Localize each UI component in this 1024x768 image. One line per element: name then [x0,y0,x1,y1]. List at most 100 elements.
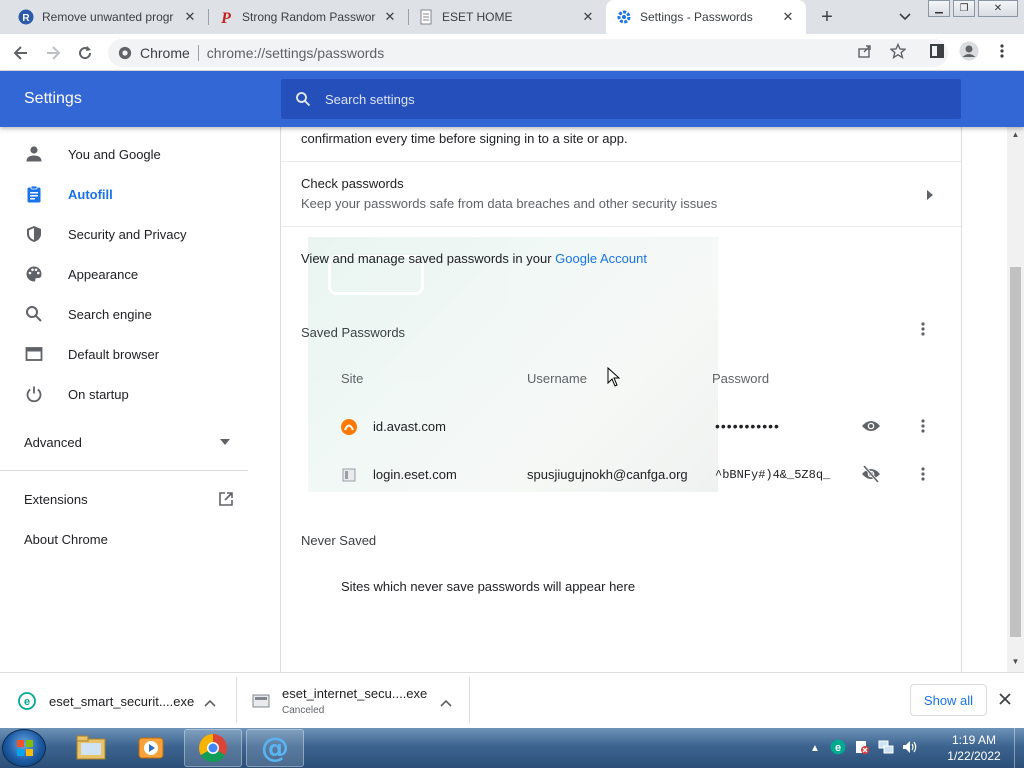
close-icon[interactable]: ✕ [382,9,398,25]
share-button[interactable] [852,38,878,64]
profile-button[interactable] [956,38,982,64]
sidebar-divider [0,470,248,471]
password-username: spusjiugujnokh@canfga.org [527,467,688,482]
tab-eset-home[interactable]: ESET HOME ✕ [408,0,606,34]
never-saved-empty-text: Sites which never save passwords will ap… [341,579,636,594]
chrome-icon [199,734,227,762]
check-passwords-title[interactable]: Check passwords [301,176,404,191]
more-vert-icon [1000,44,1004,58]
side-panel-icon [930,44,944,58]
sidebar: You and Google Autofill Security and Pri… [0,127,280,672]
svg-text:e: e [24,696,30,708]
show-hidden-icons[interactable]: ▲ [810,743,820,754]
row-divider [281,161,961,162]
arrow-left-icon [13,46,27,60]
more-vert-icon [921,322,925,336]
taskbar-clock[interactable]: 1:19 AM 1/22/2022 [944,732,1004,764]
download-divider [236,677,237,723]
chevron-up-icon[interactable] [440,695,452,710]
close-downloads-button[interactable] [999,693,1011,708]
eset-watermark-image [308,237,718,492]
password-site[interactable]: id.avast.com [373,419,446,434]
restore-button[interactable]: ❐ [953,0,975,17]
network-icon[interactable] [878,739,894,758]
system-tray: ▲ e [810,728,918,768]
search-input[interactable] [325,91,925,107]
sidebar-item-autofill[interactable]: Autofill [0,174,260,214]
eset-file-icon: e [18,692,36,710]
password-site[interactable]: login.eset.com [373,467,457,482]
close-icon[interactable]: ✕ [182,9,198,25]
eye-off-icon [862,465,880,483]
password-row-menu-button[interactable] [910,461,936,487]
sidebar-item-default-browser[interactable]: Default browser [0,334,260,374]
url-text[interactable]: chrome://settings/passwords [207,45,384,61]
chevron-up-icon[interactable] [204,695,216,710]
back-button[interactable] [8,40,34,66]
close-window-button[interactable]: ✕ [978,0,1018,17]
browser-icon [24,344,44,364]
google-account-link[interactable]: Google Account [555,251,647,266]
tab-remove-unwanted[interactable]: R Remove unwanted progr ✕ [8,0,208,34]
side-panel-button[interactable] [924,38,950,64]
show-password-button[interactable] [858,413,884,439]
taskbar-explorer[interactable] [62,729,120,767]
show-all-button[interactable]: Show all [910,684,987,716]
forward-button[interactable] [40,40,66,66]
saved-passwords-heading: Saved Passwords [301,325,406,340]
settings-search[interactable] [281,79,961,119]
svg-text:P: P [220,10,231,25]
taskbar-media-player[interactable] [122,729,180,767]
close-icon[interactable]: ✕ [780,9,796,25]
star-icon [890,43,906,59]
chrome-icon [118,46,132,60]
scroll-up-arrow[interactable]: ▲ [1011,130,1020,139]
tab-settings-passwords[interactable]: Settings - Passwords ✕ [606,0,806,34]
download-shelf: e eset_smart_securit....exe eset_interne… [0,672,1024,728]
password-row-menu-button[interactable] [910,413,936,439]
page-scrollbar[interactable]: ▲ ▼ [1007,127,1024,672]
taskbar-eset[interactable]: @ [246,729,304,767]
new-tab-button[interactable]: + [815,5,839,29]
site-chip[interactable]: Chrome [118,45,190,61]
saved-passwords-menu-button[interactable] [910,316,936,342]
tab-strong-password[interactable]: P Strong Random Passwor ✕ [208,0,408,34]
reimage-icon: R [18,9,34,25]
ask-to-sign-in-description: confirmation every time before signing i… [301,131,628,146]
action-center-icon[interactable] [854,739,870,758]
mouse-cursor-icon [607,366,621,390]
close-icon [999,693,1011,705]
sidebar-item-on-startup[interactable]: On startup [0,374,260,414]
menu-button[interactable] [989,38,1015,64]
check-passwords-arrow-icon[interactable] [927,188,933,203]
password-value: ••••••••••• [715,418,780,434]
close-icon[interactable]: ✕ [580,9,596,25]
show-desktop-button[interactable] [1014,728,1024,768]
eset-tray-icon[interactable]: e [830,739,846,758]
sidebar-advanced-toggle[interactable]: Advanced [0,422,248,462]
sidebar-item-you-and-google[interactable]: You and Google [0,134,260,174]
address-bar[interactable]: Chrome chrome://settings/passwords [108,39,948,67]
scroll-down-arrow[interactable]: ▼ [1011,657,1020,666]
download-item[interactable]: e eset_smart_securit....exe [18,679,228,723]
scroll-thumb[interactable] [1010,267,1021,637]
taskbar-chrome[interactable] [184,729,242,767]
sidebar-item-search-engine[interactable]: Search engine [0,294,260,334]
volume-icon[interactable] [902,739,918,758]
column-header-username: Username [527,371,587,386]
start-button[interactable] [2,729,46,767]
at-sign-icon: @ [261,733,289,763]
minimize-button[interactable]: ▁ [928,0,950,17]
shield-icon [24,224,44,244]
hide-password-button[interactable] [858,461,884,487]
bookmark-button[interactable] [885,38,911,64]
windows-logo-icon [17,740,33,756]
sidebar-item-security-privacy[interactable]: Security and Privacy [0,214,260,254]
sidebar-item-extensions[interactable]: Extensions [0,479,248,519]
sidebar-item-appearance[interactable]: Appearance [0,254,260,294]
passwords-page: confirmation every time before signing i… [280,127,962,672]
reload-button[interactable] [72,40,98,66]
download-item[interactable]: eset_internet_secu....exe Canceled [252,679,462,723]
sidebar-item-about-chrome[interactable]: About Chrome [0,519,260,559]
tab-search-button[interactable] [893,5,917,29]
